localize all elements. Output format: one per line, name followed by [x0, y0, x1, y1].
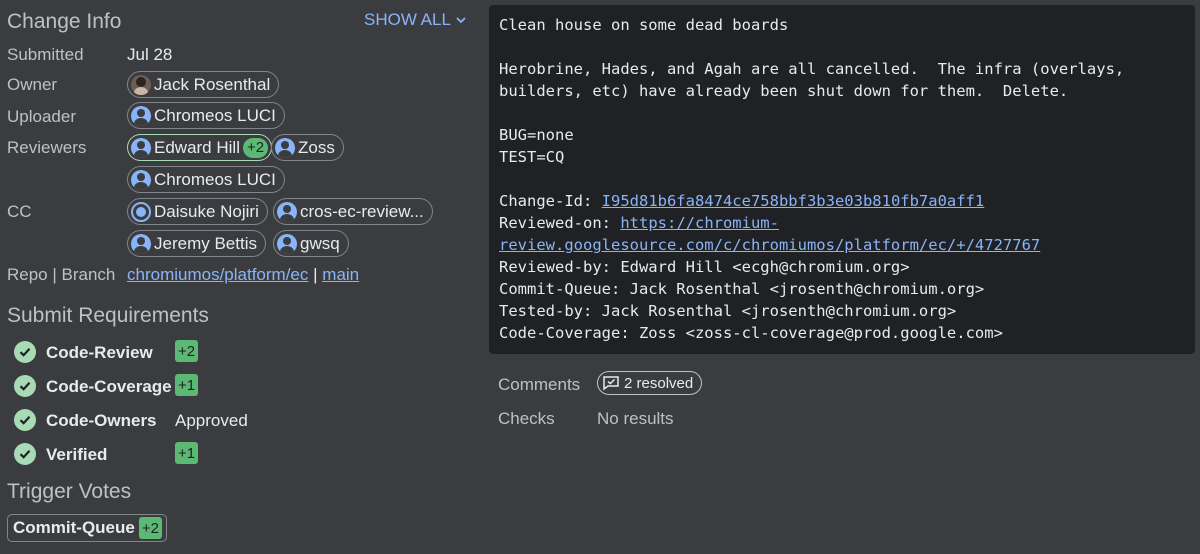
account-icon — [131, 169, 151, 190]
cc-name: cros-ec-review... — [300, 201, 424, 221]
trigger-votes-title: Trigger Votes — [7, 480, 132, 503]
cc-chip-gwsq[interactable]: gwsq — [273, 230, 349, 257]
submit-requirements-title: Submit Requirements — [7, 304, 209, 327]
branch-link[interactable]: main — [322, 265, 359, 284]
requirement-value-badge: +1 — [175, 374, 199, 396]
cc-chip-jeremy-bettis[interactable]: Jeremy Bettis — [127, 230, 266, 257]
commit-reviewed-on-line: Reviewed-on: https://chromium- — [499, 214, 779, 232]
requirement-code-coverage[interactable]: Code-Coverage — [46, 377, 172, 397]
show-all-label: SHOW ALL — [364, 10, 451, 29]
cc-chip-daisuke-nojiri[interactable]: Daisuke Nojiri — [127, 198, 268, 225]
commit-queue-line: Commit-Queue: Jack Rosenthal <jrosenth@c… — [499, 280, 985, 298]
reviewed-on-link-cont[interactable]: review.googlesource.com/c/chromiumos/pla… — [499, 236, 1040, 254]
owner-label: Owner — [7, 75, 58, 94]
change-info-title: Change Info — [7, 10, 122, 33]
commit-body-line: builders, etc) have already been shut do… — [499, 82, 1069, 100]
resolved-count: 2 resolved — [624, 374, 694, 392]
account-icon — [277, 233, 297, 254]
cc-chip-cros-ec-review[interactable]: cros-ec-review... — [273, 198, 433, 225]
submitted-label: Submitted — [7, 45, 84, 64]
repo-link[interactable]: chromiumos/platform/ec — [127, 265, 308, 284]
requirement-code-owners[interactable]: Code-Owners — [46, 411, 157, 431]
cc-label: CC — [7, 202, 32, 221]
reviewer-name: Chromeos LUCI — [154, 169, 276, 189]
repo-branch-separator: | — [313, 265, 318, 284]
comments-label: Comments — [498, 375, 581, 394]
reviewer-chip-zoss[interactable]: Zoss — [271, 134, 344, 161]
cc-name: Daisuke Nojiri — [154, 201, 259, 221]
account-icon — [275, 137, 295, 158]
trigger-vote-chip[interactable]: Commit-Queue +2 — [7, 514, 167, 542]
commit-reviewed-on-line-cont: review.googlesource.com/c/chromiumos/pla… — [499, 236, 1040, 254]
reviewer-vote-badge: +2 — [242, 137, 269, 158]
check-circle-icon — [14, 341, 36, 363]
requirement-value-badge: +2 — [175, 340, 199, 362]
requirement-verified[interactable]: Verified — [46, 445, 107, 465]
commit-bug-line: BUG=none — [499, 126, 574, 144]
change-id-label: Change-Id: — [499, 192, 602, 210]
uploader-label: Uploader — [7, 107, 76, 126]
trigger-vote-badge: +2 — [138, 517, 162, 539]
commit-tested-by-line: Tested-by: Jack Rosenthal <jrosenth@chro… — [499, 302, 957, 320]
owner-name: Jack Rosenthal — [154, 74, 271, 94]
check-circle-icon — [14, 443, 36, 465]
commit-message-panel: Clean house on some dead boards Herobrin… — [489, 5, 1195, 354]
repo-branch-label: Repo | Branch — [7, 265, 116, 284]
reviewer-name: Zoss — [298, 137, 335, 157]
requirement-value-text: Approved — [175, 411, 248, 430]
reviewer-chip-chromeos-luci[interactable]: Chromeos LUCI — [127, 166, 285, 193]
repo-branch-value: chromiumos/platform/ec | main — [127, 265, 359, 285]
check-circle-icon — [14, 409, 36, 431]
commit-test-line: TEST=CQ — [499, 148, 565, 166]
account-icon — [131, 233, 151, 254]
reviewer-chip-edward-hill[interactable]: Edward Hill +2 — [127, 134, 273, 161]
uploader-name: Chromeos LUCI — [154, 105, 276, 125]
reviewers-label: Reviewers — [7, 138, 87, 157]
comments-resolved-chip[interactable]: 2 resolved — [597, 371, 703, 395]
requirement-value-badge: +1 — [175, 442, 199, 464]
commit-change-id-line: Change-Id: I95d81b6fa8474ce758bbf3b3e03b… — [499, 192, 984, 210]
account-icon — [131, 105, 151, 126]
checks-label: Checks — [498, 409, 555, 428]
cc-name: gwsq — [300, 233, 340, 253]
commit-body-line: Herobrine, Hades, and Agah are all cance… — [499, 60, 1125, 78]
reviewer-name: Edward Hill — [154, 137, 240, 157]
account-icon — [277, 201, 297, 222]
commit-code-coverage-line: Code-Coverage: Zoss <zoss-cl-coverage@pr… — [499, 324, 1003, 342]
show-all-button[interactable]: SHOW ALL — [364, 10, 467, 30]
submitted-value: Jul 28 — [127, 45, 173, 64]
chevron-down-icon — [456, 17, 466, 24]
owner-avatar — [131, 74, 151, 95]
uploader-chip[interactable]: Chromeos LUCI — [127, 102, 285, 129]
trigger-vote-name: Commit-Queue — [13, 518, 135, 537]
commit-reviewed-by-line: Reviewed-by: Edward Hill <ecgh@chromium.… — [499, 258, 910, 276]
check-circle-icon — [14, 375, 36, 397]
change-id-link[interactable]: I95d81b6fa8474ce758bbf3b3e03b810fb7a0aff… — [602, 192, 985, 210]
requirement-code-review[interactable]: Code-Review — [46, 343, 153, 363]
owner-chip[interactable]: Jack Rosenthal — [127, 71, 280, 98]
reviewed-on-label: Reviewed-on: — [499, 214, 621, 232]
comment-resolved-icon — [603, 376, 619, 391]
commit-subject: Clean house on some dead boards — [499, 16, 789, 34]
account-icon — [131, 137, 151, 158]
checks-value: No results — [597, 409, 674, 428]
cc-name: Jeremy Bettis — [154, 233, 257, 253]
account-icon — [131, 201, 151, 222]
reviewed-on-link[interactable]: https://chromium- — [620, 214, 779, 232]
